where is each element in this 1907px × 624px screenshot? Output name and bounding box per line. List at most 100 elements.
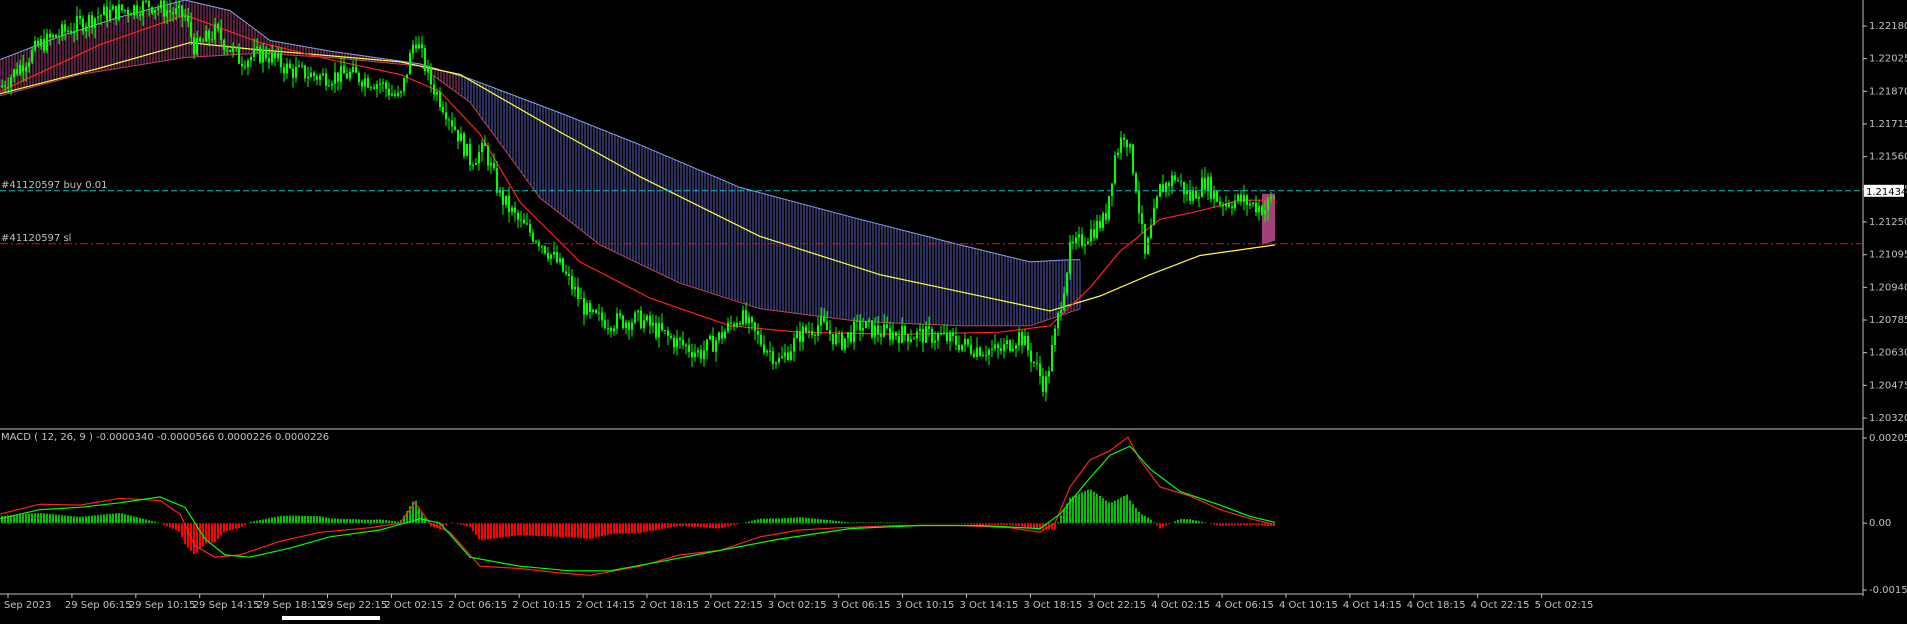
candle-body	[376, 83, 378, 89]
candle-body	[877, 325, 879, 335]
candle-body	[532, 232, 534, 242]
candle-body	[835, 333, 837, 345]
trading-chart[interactable]: #41120597 buy 0.01 #41120597 sl 1.22180 1.2…	[0, 0, 1907, 620]
candle-body	[436, 91, 438, 95]
candle-body	[778, 357, 780, 363]
candle-body	[724, 331, 726, 339]
candle-body	[175, 8, 177, 15]
candle-body	[544, 246, 546, 254]
candle-body	[511, 207, 513, 212]
candle-body	[160, 0, 162, 9]
candle-body	[394, 94, 396, 96]
chart-svg[interactable]: #41120597 buy 0.01 #41120597 sl 1.22180 1.2…	[0, 0, 1907, 620]
candle-body	[709, 335, 711, 340]
candle-body	[181, 5, 183, 18]
candle-body	[487, 145, 489, 166]
candle-body	[94, 18, 96, 28]
candle-body	[634, 312, 636, 323]
candle-body	[697, 350, 699, 353]
candle-body	[595, 309, 597, 313]
candle-body	[643, 320, 645, 329]
candle-body	[232, 47, 234, 52]
time-axis-label: 29 Sep 22:15	[321, 600, 388, 611]
candle-body	[103, 6, 105, 16]
candle-body	[979, 347, 981, 356]
candle-body	[484, 142, 486, 146]
time-axis-label: 4 Oct 02:15	[1151, 600, 1210, 611]
candle-body	[679, 338, 681, 340]
candle-body	[1237, 194, 1239, 201]
candle-body	[124, 9, 126, 11]
candle-body	[145, 1, 147, 2]
candle-body	[433, 84, 435, 95]
candle-body	[1240, 194, 1242, 202]
candle-body	[229, 50, 231, 52]
candle-body	[367, 78, 369, 88]
buy-order-label[interactable]: #41120597 buy 0.01	[1, 180, 108, 191]
candle-body	[808, 330, 810, 332]
candle-body	[1135, 173, 1137, 192]
candle-body	[880, 334, 882, 337]
candle-body	[1114, 155, 1116, 184]
candle-body	[76, 16, 78, 31]
candle-body	[430, 67, 432, 85]
candle-body	[1207, 177, 1209, 191]
candle-body	[304, 65, 306, 79]
candle-body	[550, 254, 552, 259]
candle-body	[418, 44, 420, 49]
candle-body	[28, 62, 30, 67]
candle-body	[37, 40, 39, 46]
candle-body	[658, 323, 660, 338]
candle-body	[781, 356, 783, 358]
candle-body	[34, 40, 36, 50]
candle-body	[1039, 363, 1041, 377]
candle-body	[199, 37, 201, 42]
candle-body	[469, 143, 471, 165]
candle-body	[472, 164, 474, 166]
candle-body	[481, 142, 483, 153]
candle-body	[775, 362, 777, 364]
candle-body	[493, 162, 495, 169]
candle-body	[763, 344, 765, 353]
candle-body	[613, 328, 615, 331]
candle-body	[226, 49, 228, 51]
candle-body	[208, 30, 210, 40]
scroll-indicator[interactable]	[282, 616, 380, 620]
candle-body	[349, 72, 351, 79]
candle-body	[631, 322, 633, 330]
candle-body	[118, 4, 120, 20]
candle-body	[853, 321, 855, 343]
candle-body	[1075, 237, 1077, 244]
candle-body	[1003, 344, 1005, 352]
candle-body	[247, 60, 249, 68]
candle-body	[1201, 177, 1203, 197]
candle-body	[1264, 210, 1266, 215]
candle-body	[373, 87, 375, 89]
candle-body	[1120, 137, 1122, 153]
candle-body	[790, 351, 792, 360]
candle-body	[55, 34, 57, 38]
candle-body	[883, 324, 885, 337]
candle-body	[148, 1, 150, 8]
candle-body	[211, 39, 213, 41]
candle-body	[1054, 328, 1056, 345]
candle-body	[742, 310, 744, 325]
candle-body	[139, 14, 141, 16]
candle-body	[1252, 202, 1254, 204]
candle-body	[106, 6, 108, 21]
time-axis-label: 2 Oct 02:15	[384, 600, 443, 611]
time-axis-label: 3 Oct 02:15	[768, 600, 827, 611]
time-axis-label: 2 Oct 18:15	[640, 600, 699, 611]
candle-body	[583, 298, 585, 315]
candle-body	[616, 313, 618, 329]
time-axis-label: 29 Sep 18:15	[257, 600, 324, 611]
candle-body	[856, 320, 858, 322]
candle-body	[73, 31, 75, 34]
candle-body	[988, 349, 990, 356]
candle-body	[256, 46, 258, 49]
candle-body	[787, 352, 789, 360]
candle-body	[439, 91, 441, 107]
candle-body	[427, 67, 429, 72]
sl-order-label[interactable]: #41120597 sl	[1, 233, 71, 244]
time-axis-label: 2 Oct 22:15	[704, 600, 763, 611]
